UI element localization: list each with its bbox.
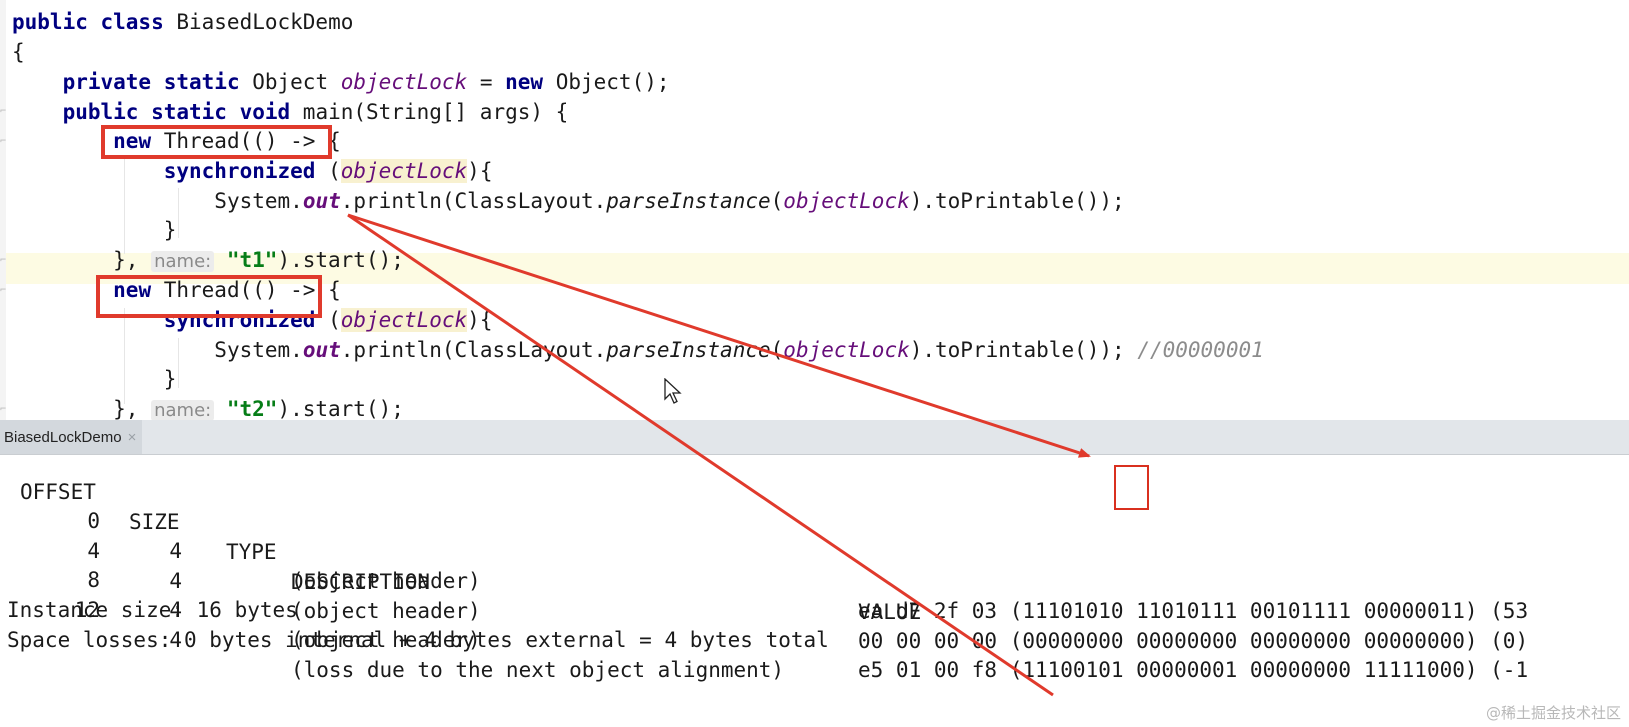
- code-text: ).start();: [277, 248, 404, 272]
- keyword: public class: [12, 10, 164, 34]
- code-line[interactable]: {: [12, 37, 25, 67]
- code-line[interactable]: }, name: "t1").start();: [12, 245, 404, 275]
- row-value: e5 01 00 f8 (11100101 00000001 00000000 …: [858, 658, 1529, 682]
- field-name: objectLock: [783, 189, 910, 213]
- code-line[interactable]: public static void main(String[] args) {: [12, 97, 569, 127]
- space-losses-line: Space losses: 0 bytes internal + 4 bytes…: [7, 628, 829, 652]
- brace: }: [163, 218, 177, 242]
- annotation-box: [101, 125, 332, 159]
- code-text: System.: [214, 189, 303, 213]
- code-text: (: [770, 189, 784, 213]
- code-text: },: [113, 248, 152, 272]
- method-name: parseInstance: [606, 338, 771, 362]
- code-line[interactable]: System.out.println(ClassLayout.parseInst…: [12, 335, 1264, 365]
- code-line[interactable]: System.out.println(ClassLayout.parseInst…: [12, 186, 1125, 216]
- code-editor[interactable]: ⌐ ⌐ ⌐ ⌐ ⌐ public class BiasedLockDemo { …: [0, 0, 1629, 436]
- class-name: BiasedLockDemo: [163, 10, 354, 34]
- annotation-box: [1114, 465, 1149, 510]
- field-name: objectLock: [340, 70, 468, 94]
- brace: {: [12, 40, 25, 64]
- tab-biased-lock-demo[interactable]: BiasedLockDemo ×: [0, 420, 143, 454]
- row-description: (object header): [291, 599, 481, 623]
- string-literal: "t1": [226, 248, 278, 272]
- keyword: synchronized: [163, 159, 316, 183]
- code-line[interactable]: synchronized (objectLock){: [12, 156, 492, 186]
- static-field: out: [302, 189, 341, 213]
- code-line[interactable]: }: [12, 215, 177, 245]
- keyword: public static void: [62, 100, 291, 124]
- code-line[interactable]: private static Object objectLock = new O…: [12, 67, 670, 97]
- string-literal: "t2": [226, 397, 278, 421]
- console-header-row: OFFSET SIZE TYPE DESCRIPTION VALUE: [0, 455, 1629, 624]
- console-row: 0 4 (object header) ea d7 2f 03 (1110101…: [0, 476, 1629, 623]
- instance-size-line: Instance size: 16 bytes: [7, 598, 298, 622]
- code-text: .println(ClassLayout.: [340, 338, 607, 362]
- code-text: ){: [467, 308, 493, 332]
- editor-gutter: [0, 0, 6, 436]
- static-field: out: [302, 338, 341, 362]
- row-value: 00 00 00 00 (00000000 00000000 00000000 …: [858, 629, 1529, 653]
- type-name: Object: [239, 70, 341, 94]
- code-text: ){: [467, 159, 493, 183]
- row-value: ea d7 2f 03 (11101010 11010111 00101111 …: [858, 599, 1529, 623]
- code-text: System.: [214, 338, 303, 362]
- field-name: objectLock: [340, 308, 468, 332]
- keyword: new: [505, 70, 544, 94]
- console-row: 12 4 (loss due to the next object alignm…: [0, 565, 1629, 682]
- field-name: objectLock: [340, 159, 468, 183]
- console-tab-bar: BiasedLockDemo ×: [0, 420, 1629, 455]
- fold-marker-icon[interactable]: ⌐: [0, 404, 6, 416]
- row-description: (loss due to the next object alignment): [291, 658, 785, 682]
- code-line[interactable]: }: [12, 364, 177, 394]
- code-text: .println(ClassLayout.: [340, 189, 607, 213]
- code-comment: //00000001: [1137, 338, 1264, 362]
- code-text: (: [315, 159, 341, 183]
- code-text: ).start();: [277, 397, 404, 421]
- code-text: ).toPrintable());: [909, 189, 1125, 213]
- code-text: main(String[] args) {: [290, 100, 569, 124]
- keyword: private static: [62, 70, 240, 94]
- method-name: parseInstance: [606, 189, 771, 213]
- close-icon[interactable]: ×: [128, 429, 137, 446]
- mouse-cursor-icon: [664, 377, 682, 408]
- field-name: objectLock: [783, 338, 910, 362]
- watermark: @稀土掘金技术社区: [1485, 704, 1621, 722]
- operator: =: [467, 70, 506, 94]
- code-text: ).toPrintable());: [909, 338, 1138, 362]
- console-row: 8 4 (object header) e5 01 00 f8 (1110010…: [0, 535, 1629, 682]
- console-row: 4 4 (object header) 00 00 00 00 (0000000…: [0, 506, 1629, 653]
- parameter-hint: name:: [151, 400, 215, 421]
- annotation-box: [96, 275, 322, 318]
- fold-marker-icon[interactable]: ⌐: [0, 255, 6, 267]
- parameter-hint: name:: [151, 251, 215, 272]
- fold-marker-icon[interactable]: ⌐: [0, 136, 6, 148]
- code-text: },: [113, 397, 152, 421]
- code-line[interactable]: public class BiasedLockDemo: [12, 7, 353, 37]
- code-text: Object();: [543, 70, 670, 94]
- tab-label: BiasedLockDemo: [4, 428, 122, 446]
- brace: }: [163, 367, 177, 391]
- code-text: (: [770, 338, 784, 362]
- console-output[interactable]: OFFSET SIZE TYPE DESCRIPTION VALUE 0 4 (…: [0, 455, 1629, 727]
- fold-marker-icon[interactable]: ⌐: [0, 285, 6, 297]
- fold-marker-icon[interactable]: ⌐: [0, 106, 6, 118]
